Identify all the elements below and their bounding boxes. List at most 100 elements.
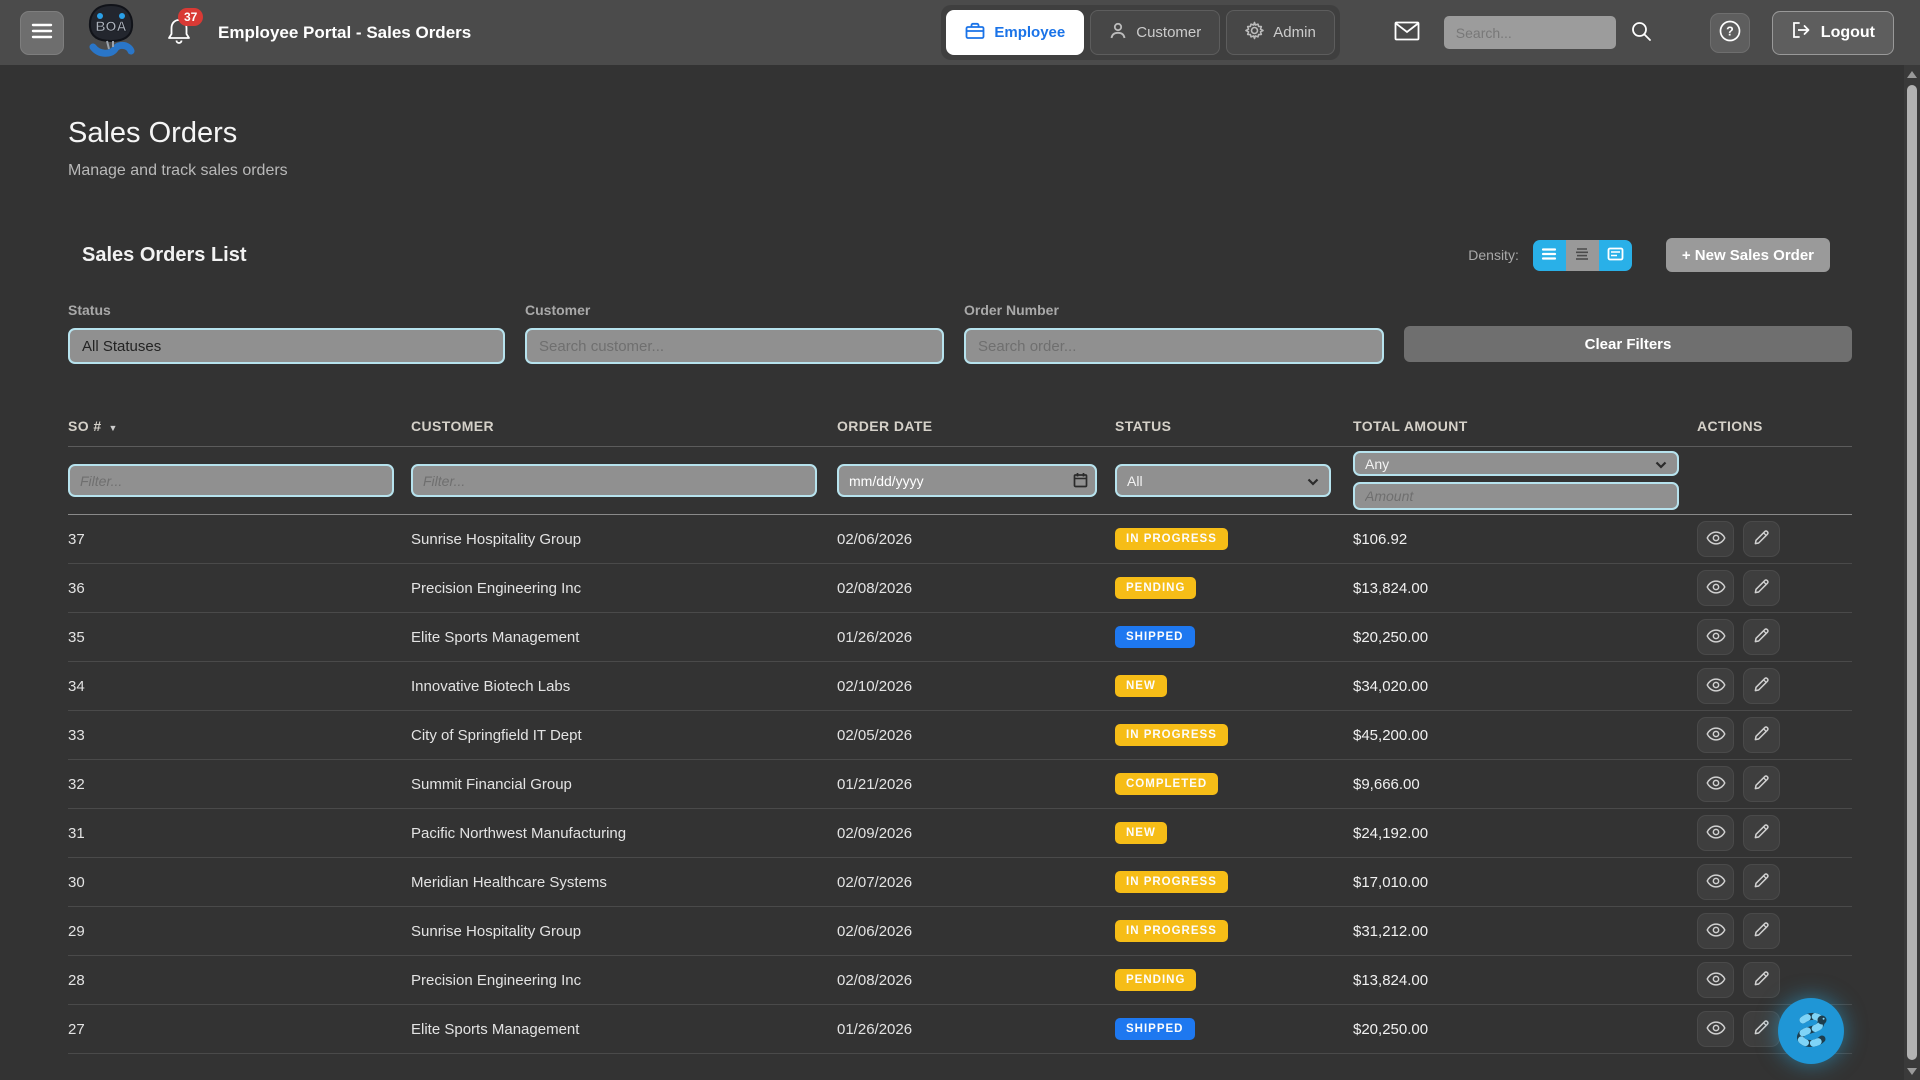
tab-label: Admin — [1273, 24, 1316, 41]
table-body: 37 Sunrise Hospitality Group 02/06/2026 … — [68, 515, 1852, 1054]
so-number-cell: 37 — [68, 531, 411, 548]
app-logo: BOA — [82, 5, 140, 61]
help-icon: ? — [1718, 19, 1742, 46]
scroll-down-arrow[interactable] — [1907, 1068, 1917, 1075]
global-search-input[interactable] — [1444, 16, 1616, 49]
edit-order-button[interactable] — [1743, 668, 1780, 704]
table-row: 28 Precision Engineering Inc 02/08/2026 … — [68, 956, 1852, 1005]
edit-order-button[interactable] — [1743, 717, 1780, 753]
density-label: Density: — [1468, 247, 1519, 263]
notifications-button[interactable]: 37 — [166, 16, 196, 50]
customer-cell: Precision Engineering Inc — [411, 580, 837, 597]
date-column-filter-input[interactable] — [837, 464, 1097, 497]
search-button[interactable] — [1630, 20, 1652, 45]
edit-order-button[interactable] — [1743, 864, 1780, 900]
order-date-cell: 01/26/2026 — [837, 1021, 1115, 1038]
menu-button[interactable] — [20, 11, 64, 55]
order-filter-input[interactable] — [964, 328, 1384, 364]
new-sales-order-button[interactable]: + New Sales Order — [1666, 238, 1830, 272]
edit-order-button[interactable] — [1743, 1011, 1780, 1047]
view-order-button[interactable] — [1697, 521, 1734, 557]
view-order-button[interactable] — [1697, 570, 1734, 606]
total-amount-cell: $20,250.00 — [1353, 1021, 1697, 1038]
tab-employee[interactable]: Employee — [946, 10, 1084, 55]
view-order-button[interactable] — [1697, 864, 1734, 900]
tab-customer[interactable]: Customer — [1090, 10, 1220, 55]
status-column-filter-select[interactable]: All — [1115, 464, 1331, 497]
actions-cell — [1697, 962, 1852, 998]
column-header-order-date[interactable]: ORDER DATE — [837, 418, 1115, 434]
table-row: 29 Sunrise Hospitality Group 02/06/2026 … — [68, 907, 1852, 956]
page-subtitle: Manage and track sales orders — [68, 162, 1852, 180]
status-badge: SHIPPED — [1115, 626, 1195, 648]
scrollbar-thumb[interactable] — [1907, 85, 1917, 1060]
column-header-total-amount[interactable]: TOTAL AMOUNT — [1353, 418, 1697, 434]
logout-button[interactable]: Logout — [1772, 11, 1894, 55]
help-button[interactable]: ? — [1710, 13, 1750, 53]
customer-filter-input[interactable] — [525, 328, 944, 364]
boa-assistant-fab[interactable] — [1778, 998, 1844, 1064]
status-cell: COMPLETED — [1115, 773, 1353, 795]
scroll-up-arrow[interactable] — [1907, 71, 1917, 78]
status-filter-select[interactable]: All Statuses — [68, 328, 505, 364]
eye-icon — [1706, 922, 1726, 941]
edit-order-button[interactable] — [1743, 766, 1780, 802]
status-badge: COMPLETED — [1115, 773, 1218, 795]
chevron-down-icon — [1655, 456, 1667, 472]
scrollbar[interactable] — [1904, 65, 1920, 1080]
status-cell: SHIPPED — [1115, 626, 1353, 648]
table-row: 35 Elite Sports Management 01/26/2026 SH… — [68, 613, 1852, 662]
order-filter-label: Order Number — [964, 302, 1384, 318]
actions-cell — [1697, 668, 1852, 704]
view-order-button[interactable] — [1697, 717, 1734, 753]
order-date-cell: 01/21/2026 — [837, 776, 1115, 793]
clear-filters-button[interactable]: Clear Filters — [1404, 326, 1852, 362]
view-order-button[interactable] — [1697, 668, 1734, 704]
eye-icon — [1706, 677, 1726, 696]
density-comfortable-button[interactable] — [1533, 240, 1566, 271]
edit-order-button[interactable] — [1743, 619, 1780, 655]
status-filter-value: All Statuses — [82, 338, 161, 355]
column-header-actions: ACTIONS — [1697, 418, 1852, 434]
sales-orders-table: SO #▼ CUSTOMER ORDER DATE STATUS TOTAL A… — [68, 418, 1852, 1054]
density-compact-button[interactable] — [1566, 240, 1599, 271]
amount-column-filter-input[interactable] — [1353, 482, 1679, 510]
customer-cell: Elite Sports Management — [411, 629, 837, 646]
tab-admin[interactable]: Admin — [1226, 10, 1335, 55]
customer-cell: Precision Engineering Inc — [411, 972, 837, 989]
view-order-button[interactable] — [1697, 1011, 1734, 1047]
status-badge: NEW — [1115, 822, 1167, 844]
actions-cell — [1697, 570, 1852, 606]
edit-order-button[interactable] — [1743, 521, 1780, 557]
bell-icon — [166, 33, 192, 50]
column-header-status[interactable]: STATUS — [1115, 418, 1353, 434]
so-column-filter-input[interactable] — [68, 464, 394, 497]
view-order-button[interactable] — [1697, 913, 1734, 949]
total-amount-cell: $31,212.00 — [1353, 923, 1697, 940]
customer-column-filter-input[interactable] — [411, 464, 817, 497]
column-header-so[interactable]: SO #▼ — [68, 418, 411, 434]
table-row: 30 Meridian Healthcare Systems 02/07/202… — [68, 858, 1852, 907]
total-amount-cell: $13,824.00 — [1353, 972, 1697, 989]
total-amount-cell: $34,020.00 — [1353, 678, 1697, 695]
order-date-cell: 01/26/2026 — [837, 629, 1115, 646]
view-order-button[interactable] — [1697, 962, 1734, 998]
eye-icon — [1706, 971, 1726, 990]
pencil-icon — [1753, 1019, 1770, 1039]
amount-mode-filter-select[interactable]: Any — [1353, 451, 1679, 476]
view-order-button[interactable] — [1697, 766, 1734, 802]
edit-order-button[interactable] — [1743, 815, 1780, 851]
column-header-customer[interactable]: CUSTOMER — [411, 418, 837, 434]
edit-order-button[interactable] — [1743, 570, 1780, 606]
density-card-button[interactable] — [1599, 240, 1632, 271]
pencil-icon — [1753, 970, 1770, 990]
order-date-cell: 02/05/2026 — [837, 727, 1115, 744]
logout-label: Logout — [1821, 24, 1875, 42]
actions-cell — [1697, 619, 1852, 655]
view-order-button[interactable] — [1697, 815, 1734, 851]
view-order-button[interactable] — [1697, 619, 1734, 655]
edit-order-button[interactable] — [1743, 913, 1780, 949]
mail-button[interactable] — [1394, 21, 1420, 44]
edit-order-button[interactable] — [1743, 962, 1780, 998]
status-cell: IN PROGRESS — [1115, 920, 1353, 942]
